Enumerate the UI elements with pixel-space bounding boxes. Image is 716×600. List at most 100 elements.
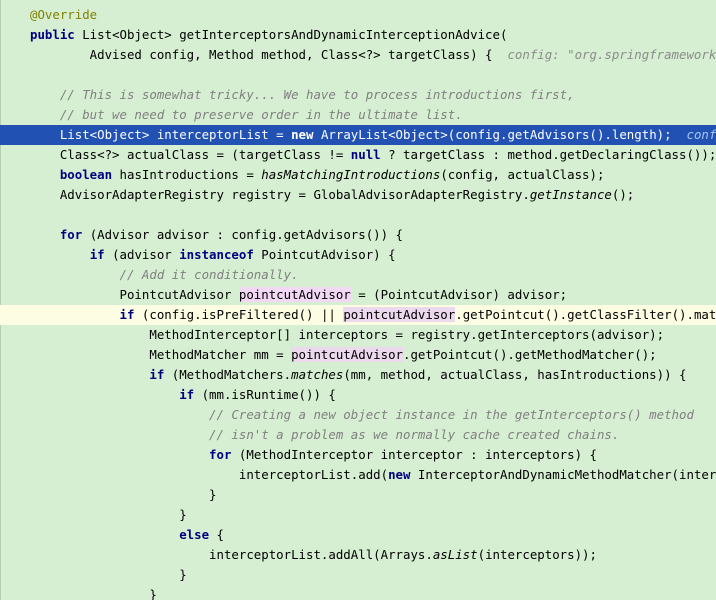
code-line[interactable]: }: [0, 485, 716, 505]
code-line[interactable]: if (config.isPreFiltered() || pointcutAd…: [0, 305, 716, 325]
code-line-current[interactable]: List<Object> interceptorList = new Array…: [0, 125, 716, 145]
code-token: hasIntroductions =: [112, 167, 262, 182]
code-line[interactable]: // isn't a problem as we normally cache …: [0, 425, 716, 445]
code-keyword: public: [30, 27, 75, 42]
code-token: (config.isPreFiltered() ||: [134, 307, 344, 322]
code-text: }: [30, 485, 217, 505]
code-line[interactable]: // This is somewhat tricky... We have to…: [0, 85, 716, 105]
code-line[interactable]: // Creating a new object instance in the…: [0, 405, 716, 425]
code-line[interactable]: @Override: [0, 5, 716, 25]
code-token: (MethodMatchers.: [164, 367, 292, 382]
code-token: getInstance: [529, 187, 612, 202]
code-text: for (MethodInterceptor interceptor : int…: [30, 445, 597, 465]
code-text: // but we need to preserve order in the …: [30, 105, 463, 125]
code-keyword: boolean: [59, 167, 113, 182]
code-token: (advisor: [104, 247, 180, 262]
code-comment: // isn't a problem as we normally cache …: [30, 427, 620, 442]
code-keyword: if: [89, 247, 105, 262]
code-line[interactable]: [0, 205, 716, 225]
code-line[interactable]: [0, 65, 716, 85]
code-comment: // but we need to preserve order in the …: [30, 107, 463, 122]
code-token: AdvisorAdapterRegistry registry = Global…: [30, 187, 530, 202]
code-token: List<Object> interceptorList =: [30, 127, 292, 142]
code-keyword: for: [209, 447, 232, 462]
code-text: if (mm.isRuntime()) {: [30, 385, 336, 405]
code-line[interactable]: }: [0, 505, 716, 525]
code-token: MethodMatcher mm =: [30, 347, 292, 362]
code-token: .getPointcut().getMethodMatcher();: [403, 347, 657, 362]
code-keyword: instanceof: [179, 247, 254, 262]
code-line[interactable]: for (Advisor advisor : config.getAdvisor…: [0, 225, 716, 245]
code-text: }: [30, 565, 187, 585]
code-line[interactable]: PointcutAdvisor pointcutAdvisor = (Point…: [0, 285, 716, 305]
code-token: length: [611, 127, 657, 142]
code-token: interceptorList.add(: [30, 467, 389, 482]
code-token: InterceptorAndDynamicMethodMatcher(inter…: [417, 467, 716, 482]
code-text: for (Advisor advisor : config.getAdvisor…: [30, 225, 403, 245]
code-line[interactable]: if (advisor instanceof PointcutAdvisor) …: [0, 245, 716, 265]
code-token: matches: [291, 367, 344, 382]
code-text: if (MethodMatchers.matches(mm, method, a…: [30, 365, 686, 385]
code-text: if (config.isPreFiltered() || pointcutAd…: [30, 305, 716, 325]
code-line[interactable]: }: [0, 565, 716, 585]
code-token: .getPointcut().getClassFilter().matches(…: [455, 307, 716, 322]
code-line[interactable]: // Add it conditionally.: [0, 265, 716, 285]
code-token: ? targetClass : method.getDeclaringClass…: [380, 147, 716, 162]
code-token: interceptorList.addAll(Arrays.: [30, 547, 433, 562]
code-token: asList: [432, 547, 478, 562]
code-text: public List<Object> getInterceptorsAndDy…: [30, 25, 507, 45]
code-text: // Add it conditionally.: [30, 265, 299, 285]
code-keyword: null: [350, 147, 381, 162]
code-token: }: [30, 487, 217, 502]
highlighted-usage: pointcutAdvisor: [238, 287, 351, 302]
code-line[interactable]: public List<Object> getInterceptorsAndDy…: [0, 25, 716, 45]
code-text: // This is somewhat tricky... We have to…: [30, 85, 575, 105]
code-token: }: [30, 567, 187, 582]
code-text: if (advisor instanceof PointcutAdvisor) …: [30, 245, 396, 265]
code-line[interactable]: MethodInterceptor[] interceptors = regis…: [0, 325, 716, 345]
code-token: );: [656, 127, 687, 142]
code-text: boolean hasIntroductions = hasMatchingIn…: [30, 165, 605, 185]
highlighted-usage: pointcutAdvisor: [291, 347, 403, 362]
code-line[interactable]: boolean hasIntroductions = hasMatchingIn…: [0, 165, 716, 185]
code-line[interactable]: interceptorList.add(new InterceptorAndDy…: [0, 465, 716, 485]
code-line[interactable]: Advised config, Method method, Class<?> …: [0, 45, 716, 65]
code-token: (mm, method, actualClass, hasIntroductio…: [343, 367, 687, 382]
code-token: PointcutAdvisor) {: [253, 247, 396, 262]
code-token: PointcutAdvisor: [30, 287, 239, 302]
code-keyword: if: [179, 387, 195, 402]
code-line[interactable]: AdvisorAdapterRegistry registry = Global…: [0, 185, 716, 205]
code-editor[interactable]: @Override public List<Object> getIntercep…: [0, 0, 716, 600]
code-line[interactable]: if (MethodMatchers.matches(mm, method, a…: [0, 365, 716, 385]
code-keyword: else: [179, 527, 210, 542]
code-text: }: [30, 585, 157, 600]
code-line[interactable]: if (mm.isRuntime()) {: [0, 385, 716, 405]
code-token: hasMatchingIntroductions: [261, 167, 441, 182]
code-line[interactable]: else {: [0, 525, 716, 545]
code-token: (interceptors));: [477, 547, 597, 562]
code-token: (mm.isRuntime()) {: [194, 387, 336, 402]
code-line[interactable]: // but we need to preserve order in the …: [0, 105, 716, 125]
code-line[interactable]: }: [0, 585, 716, 600]
code-text: MethodInterceptor[] interceptors = regis…: [30, 325, 664, 345]
highlighted-usage: pointcutAdvisor: [343, 307, 456, 322]
inline-debug-hint: config: "org.springframework: [686, 127, 716, 142]
code-token: ();: [611, 187, 635, 202]
code-token: }: [30, 587, 157, 600]
code-text: interceptorList.add(new InterceptorAndDy…: [30, 465, 716, 485]
code-text: Class<?> actualClass = (targetClass != n…: [30, 145, 716, 165]
code-line[interactable]: Class<?> actualClass = (targetClass != n…: [0, 145, 716, 165]
code-text: // isn't a problem as we normally cache …: [30, 425, 619, 445]
code-line[interactable]: interceptorList.addAll(Arrays.asList(int…: [0, 545, 716, 565]
code-line[interactable]: MethodMatcher mm = pointcutAdvisor.getPo…: [0, 345, 716, 365]
code-line[interactable]: for (MethodInterceptor interceptor : int…: [0, 445, 716, 465]
code-token: ArrayList<Object>(config.getAdvisors().: [313, 127, 612, 142]
code-comment: // This is somewhat tricky... We have to…: [30, 87, 575, 102]
code-token: List<Object> getInterceptorsAndDynamicIn…: [74, 27, 508, 42]
code-token: @Override: [30, 7, 98, 22]
